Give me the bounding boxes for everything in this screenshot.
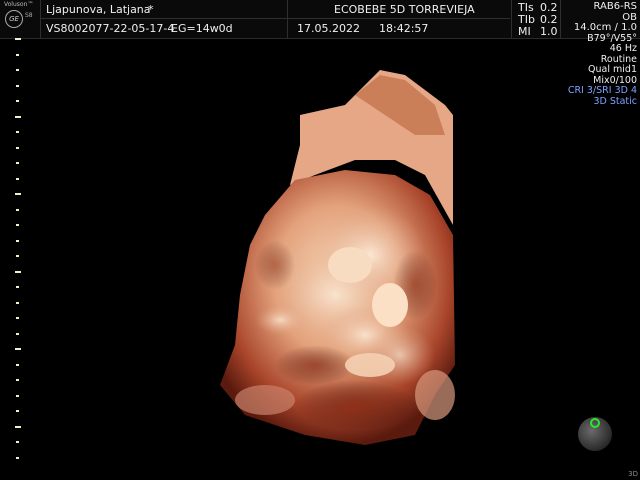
header-row-divider xyxy=(40,18,510,19)
ruler-tick xyxy=(16,162,19,164)
ruler-tick xyxy=(16,177,19,180)
rendered-3d-fetus-image xyxy=(220,70,455,445)
gestational-age: EG=14w0d xyxy=(171,22,233,35)
ruler-tick xyxy=(16,317,19,319)
ruler-tick xyxy=(16,394,19,397)
ge-logo-icon: GE xyxy=(5,10,23,28)
view-mode-label: 3D xyxy=(628,470,638,478)
ruler-tick xyxy=(16,146,19,149)
probe-name: RAB6-RS xyxy=(593,1,637,12)
ruler-tick xyxy=(16,363,19,366)
ruler-tick xyxy=(15,115,21,118)
ruler-tick xyxy=(16,301,19,304)
header-divider xyxy=(287,0,288,38)
header-divider xyxy=(511,0,512,38)
ruler-tick xyxy=(16,131,19,133)
ruler-tick xyxy=(16,456,19,459)
brand-name: Voluson™ xyxy=(4,1,34,8)
ruler-tick xyxy=(15,38,21,40)
ruler-tick xyxy=(15,425,21,428)
ruler-tick xyxy=(16,332,19,335)
facility-name: ECOBEBE 5D TORREVIEJA xyxy=(334,3,475,16)
patient-name: Ljapunova, Latjana xyxy=(46,3,151,16)
cri-value: CRI 3/SRI 3D 4 xyxy=(567,85,637,96)
ruler-tick xyxy=(16,84,19,87)
patient-marker: * xyxy=(148,3,154,16)
scan-parameters: RAB6-RS OB 14.0cm / 1.0 B79°/V55° 46 Hz … xyxy=(527,0,637,107)
ruler-tick xyxy=(16,224,19,226)
ruler-tick xyxy=(16,208,19,211)
ruler-tick xyxy=(16,379,19,381)
header-divider xyxy=(40,0,41,38)
ruler-tick xyxy=(16,239,19,242)
exam-time: 18:42:57 xyxy=(379,22,429,35)
ruler-tick xyxy=(16,53,19,56)
ruler-tick xyxy=(16,441,19,443)
frequency-value: 46 Hz xyxy=(609,43,637,54)
depth-value: 14.0cm / 1.0 xyxy=(573,22,637,33)
quality-value: Qual mid1 xyxy=(588,64,637,75)
ge-logo: Voluson™ GE S8 xyxy=(2,0,40,38)
ruler-tick xyxy=(16,410,19,412)
exam-date: 17.05.2022 xyxy=(297,22,360,35)
ruler-tick xyxy=(15,193,21,195)
render-mode: 3D Static xyxy=(593,95,637,107)
ruler-tick xyxy=(16,69,19,71)
orientation-marker-icon xyxy=(590,418,600,428)
model-label: S8 xyxy=(25,12,33,19)
ruler-tick xyxy=(15,270,21,273)
ruler-tick xyxy=(16,100,19,102)
ruler-tick xyxy=(16,286,19,288)
depth-ruler xyxy=(0,38,30,480)
ruler-tick xyxy=(16,255,19,257)
ruler-tick xyxy=(15,348,21,350)
exam-id: VS8002077-22-05-17-4 xyxy=(46,22,175,35)
